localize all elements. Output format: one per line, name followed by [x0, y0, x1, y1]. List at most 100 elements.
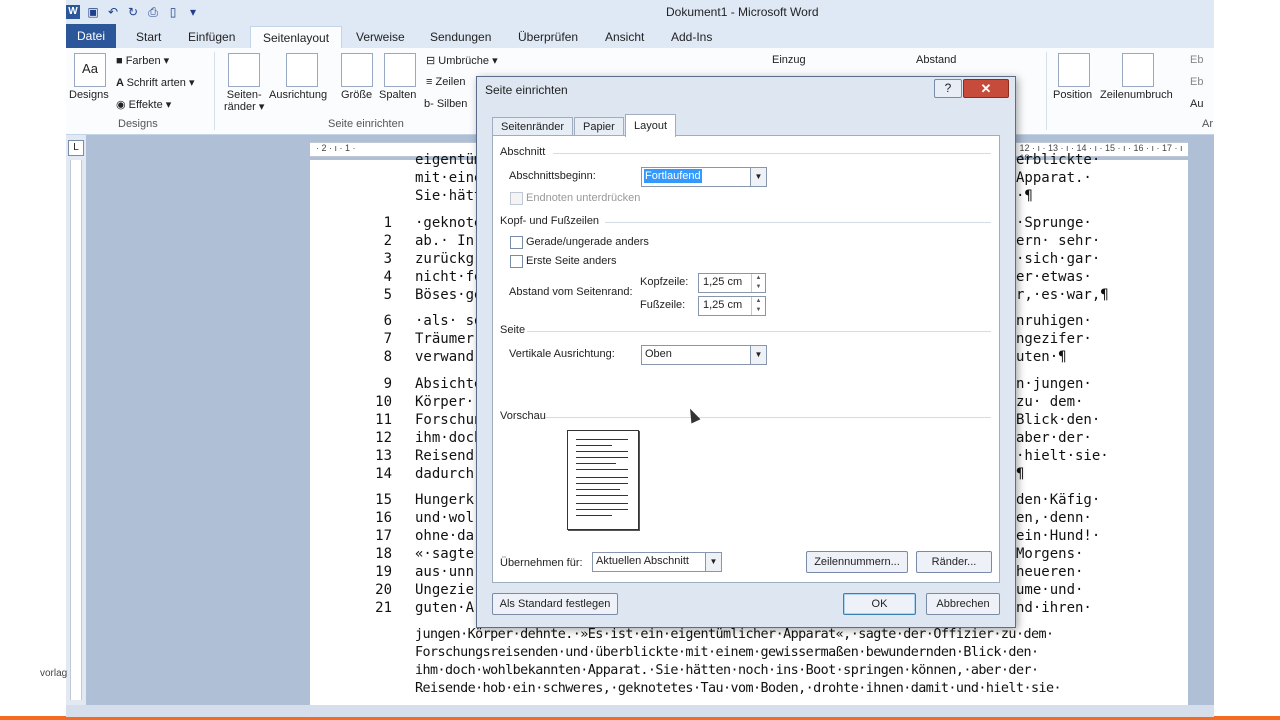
- position-icon[interactable]: [1058, 53, 1090, 87]
- print-preview-icon[interactable]: ⎙: [146, 5, 160, 19]
- designs-icon[interactable]: Aa: [74, 53, 106, 87]
- chevron-down-icon[interactable]: ▼: [705, 553, 721, 571]
- tab-einfuegen[interactable]: Einfügen: [176, 26, 247, 48]
- spin-arrows-icon[interactable]: ▲ ▼: [751, 274, 765, 292]
- ebene-zurueck-button[interactable]: Eb: [1190, 76, 1203, 88]
- ausrichtung-button[interactable]: Ausrichtung: [269, 89, 327, 101]
- undo-icon[interactable]: ↶: [106, 5, 120, 19]
- abschnittsbeginn-select[interactable]: Fortlaufend ▼: [641, 167, 767, 187]
- customize-icon[interactable]: ▾: [186, 5, 200, 19]
- uebernehmen-select[interactable]: Aktuellen Abschnitt ▼: [592, 552, 722, 572]
- als-standard-button[interactable]: Als Standard festlegen: [492, 593, 618, 615]
- erste-seite-label: Erste Seite anders: [526, 255, 617, 267]
- kopfzeile-input[interactable]: 1,25 cm ▲ ▼: [698, 273, 766, 293]
- doc-text-fragment: Blick·den·: [1016, 412, 1101, 428]
- tab-ansicht[interactable]: Ansicht: [593, 26, 656, 48]
- save-icon[interactable]: ▣: [86, 5, 100, 19]
- zeilenumbruch-button[interactable]: Zeilenumbruch: [1100, 89, 1173, 101]
- status-bar: [66, 705, 1214, 717]
- schriftarten-label: Schrift arten ▾: [126, 77, 195, 89]
- margins-icon[interactable]: [228, 53, 260, 87]
- silbentrennung-button[interactable]: b‑ Silben: [424, 98, 467, 110]
- kopfzeile-value: 1,25 cm: [703, 276, 743, 288]
- redo-icon[interactable]: ↻: [126, 5, 140, 19]
- groesse-button[interactable]: Größe: [341, 89, 372, 101]
- zeilennummern-ribbon-button[interactable]: ≡ Zeilen: [426, 76, 465, 88]
- tab-selector-icon[interactable]: L: [68, 140, 84, 156]
- tab-addins[interactable]: Add-Ins: [659, 26, 724, 48]
- kopf-fusszeilen-heading: Kopf- und Fußzeilen: [500, 215, 600, 227]
- zeilennummern-button[interactable]: Zeilennummern...: [806, 551, 908, 573]
- tab-layout[interactable]: Layout: [625, 114, 677, 137]
- schriftarten-button[interactable]: A Schrift arten ▾: [116, 76, 194, 89]
- orientation-icon[interactable]: [286, 53, 318, 87]
- raender-button[interactable]: Ränder...: [916, 551, 992, 573]
- doc-text-fragment: Böses·ge: [415, 287, 483, 303]
- size-icon[interactable]: [341, 53, 373, 87]
- tab-verweise[interactable]: Verweise: [344, 26, 417, 48]
- dialog-title: Seite einrichten: [485, 83, 568, 97]
- doc-text-fragment: verwand: [415, 349, 475, 365]
- umbrueche-label: Umbrüche ▾: [438, 55, 498, 67]
- erste-seite-checkbox[interactable]: [510, 255, 523, 268]
- section-divider: [553, 153, 991, 154]
- tab-seitenlayout[interactable]: Seitenlayout: [250, 26, 343, 49]
- close-icon[interactable]: ✕: [963, 79, 1009, 98]
- position-button[interactable]: Position: [1053, 89, 1092, 101]
- tab-sendungen[interactable]: Sendungen: [418, 26, 503, 48]
- new-doc-icon[interactable]: ▯: [166, 5, 180, 19]
- columns-icon[interactable]: [384, 53, 416, 87]
- doc-text-fragment: Apparat.·: [1016, 170, 1092, 186]
- section-divider: [527, 331, 991, 332]
- doc-text-fragment: ngezifer·: [1016, 331, 1092, 347]
- line-number: 21: [375, 600, 392, 616]
- chevron-down-icon[interactable]: ▼: [750, 346, 766, 364]
- spin-arrows-icon[interactable]: ▲ ▼: [751, 297, 765, 315]
- fusszeile-input[interactable]: 1,25 cm ▲ ▼: [698, 296, 766, 316]
- line-number: 20: [375, 582, 392, 598]
- window-title: Dokument1 - Microsoft Word: [666, 5, 819, 19]
- doc-text-line: Forschungsreisenden·und·überblickte·mit·…: [415, 645, 1039, 660]
- tab-papier[interactable]: Papier: [574, 117, 624, 136]
- auswahlbereich-button[interactable]: Au: [1190, 98, 1203, 110]
- farben-button[interactable]: ■ Farben ▾: [116, 54, 169, 67]
- seitenraender-button[interactable]: Seiten-ränder ▾: [224, 89, 264, 113]
- seitenraender-label-2: ränder ▾: [224, 101, 265, 113]
- wrap-text-icon[interactable]: [1122, 53, 1154, 87]
- doc-text-fragment: ·hielt·sie·: [1016, 448, 1109, 464]
- side-label: vorlag: [40, 668, 68, 679]
- word-icon: W: [66, 5, 80, 19]
- line-number: 9: [383, 376, 392, 392]
- vertical-ruler[interactable]: [70, 160, 82, 700]
- group-designs-label: Designs: [118, 118, 158, 130]
- doc-text-fragment: ¶: [1016, 466, 1025, 482]
- abschnitt-heading: Abschnitt: [500, 146, 546, 158]
- doc-text-fragment: ·Sprunge·: [1016, 215, 1092, 231]
- effects-icon: ◉: [116, 99, 129, 111]
- tab-start[interactable]: Start: [124, 26, 173, 48]
- endnoten-checkbox[interactable]: [510, 192, 523, 205]
- help-icon[interactable]: ?: [934, 79, 962, 98]
- group-separator: [1046, 52, 1047, 130]
- tab-datei[interactable]: Datei: [66, 24, 117, 48]
- colors-icon: ■: [116, 55, 126, 67]
- effekte-button[interactable]: ◉ Effekte ▾: [116, 98, 171, 111]
- ok-button[interactable]: OK: [843, 593, 916, 615]
- umbrueche-button[interactable]: ⊟ Umbrüche ▾: [426, 54, 498, 67]
- fusszeile-label: Fußzeile:: [640, 299, 686, 311]
- designs-button[interactable]: Designs: [69, 89, 109, 101]
- line-number: 4: [383, 269, 392, 285]
- line-number: 16: [375, 510, 392, 526]
- ebene-vor-button[interactable]: Eb: [1190, 54, 1203, 66]
- doc-text-fragment: ern· sehr·: [1016, 233, 1101, 249]
- gerade-ungerade-checkbox[interactable]: [510, 236, 523, 249]
- doc-text-fragment: er·etwas·: [1016, 269, 1092, 285]
- cancel-button[interactable]: Abbrechen: [926, 593, 1000, 615]
- tab-seitenraender[interactable]: Seitenränder: [492, 117, 573, 136]
- tab-ueberpruefen[interactable]: Überprüfen: [506, 26, 590, 48]
- layout-panel: Abschnitt Abschnittsbeginn: Fortlaufend …: [492, 135, 1000, 583]
- spalten-button[interactable]: Spalten: [379, 89, 416, 101]
- silben-label: Silben: [436, 98, 468, 110]
- vertikale-ausrichtung-select[interactable]: Oben ▼: [641, 345, 767, 365]
- chevron-down-icon[interactable]: ▼: [750, 168, 766, 186]
